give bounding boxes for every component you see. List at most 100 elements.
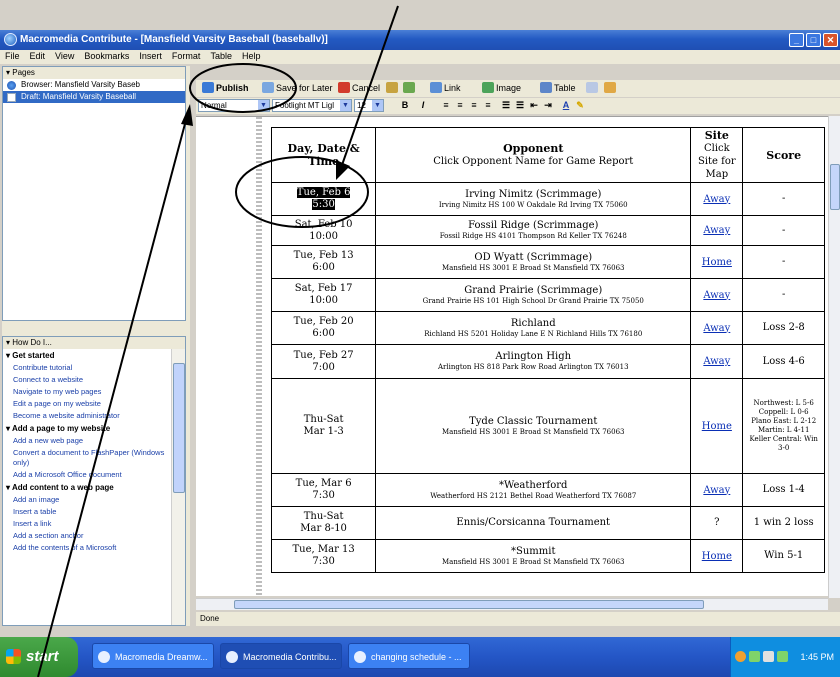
date-cell[interactable]: Thu-Sat Mar 8-10 <box>270 506 377 540</box>
save-for-later-button[interactable]: Save for Later <box>262 81 333 96</box>
title-bar[interactable]: Macromedia Contribute - [Mansfield Varsi… <box>0 30 840 50</box>
date-cell[interactable]: Tue, Feb 20 6:00 <box>270 311 377 345</box>
font-select[interactable]: Footlight MT Ligl ▼ <box>272 99 352 112</box>
justify-icon[interactable]: ≡ <box>482 99 494 112</box>
menu-table[interactable]: Table <box>205 50 237 61</box>
bullet-list-icon[interactable]: ☰ <box>514 99 526 112</box>
menu-view[interactable]: View <box>50 50 79 61</box>
tray-volume-icon[interactable] <box>763 651 774 662</box>
cancel-button[interactable]: Cancel <box>338 81 380 96</box>
align-left-icon[interactable]: ≡ <box>440 99 452 112</box>
section-add-content[interactable]: ▾ Add content to a web page <box>3 481 185 494</box>
menu-format[interactable]: Format <box>167 50 206 61</box>
tray-security-icon[interactable] <box>735 651 746 662</box>
menu-edit[interactable]: Edit <box>25 50 51 61</box>
link-edit-page[interactable]: Edit a page on my website <box>3 398 185 410</box>
task-dreamweaver[interactable]: Macromedia Dreamw... <box>92 643 214 669</box>
site-link[interactable]: Away <box>690 278 744 312</box>
spellcheck-icon[interactable] <box>403 81 417 96</box>
how-do-i-scrollbar[interactable] <box>171 349 185 625</box>
numbered-list-icon[interactable]: ☰ <box>500 99 512 112</box>
task-word-document[interactable]: changing schedule - ... <box>348 643 470 669</box>
date-cell[interactable]: Tue, Feb 6 5:30 <box>270 182 377 216</box>
style-select[interactable]: Normal ▼ <box>198 99 270 112</box>
editor-vertical-scrollbar[interactable] <box>828 116 840 598</box>
scrollbar-thumb[interactable] <box>173 363 185 493</box>
section-get-started[interactable]: ▾ Get started <box>3 349 185 362</box>
opponent-cell[interactable]: Grand Prairie (Scrimmage) Grand Prairie H… <box>375 278 692 312</box>
site-link[interactable]: Away <box>690 182 744 216</box>
site-link[interactable]: Away <box>690 311 744 345</box>
menu-insert[interactable]: Insert <box>134 50 167 61</box>
properties-icon[interactable] <box>604 81 618 96</box>
align-center-icon[interactable]: ≡ <box>454 99 466 112</box>
start-button[interactable]: start <box>0 637 78 677</box>
date-cell[interactable]: Tue, Feb 13 6:00 <box>270 245 377 279</box>
link-section-anchor[interactable]: Add a section anchor <box>3 530 185 542</box>
date-cell[interactable]: Sat, Feb 17 10:00 <box>270 278 377 312</box>
undo-icon[interactable] <box>386 81 400 96</box>
link-navigate-pages[interactable]: Navigate to my web pages <box>3 386 185 398</box>
scrollbar-thumb[interactable] <box>234 600 704 609</box>
link-button[interactable]: Link <box>430 81 461 96</box>
link-become-admin[interactable]: Become a website administrator <box>3 410 185 422</box>
opponent-cell[interactable]: Ennis/Corsicanna Tournament <box>375 506 692 540</box>
text-color-icon[interactable]: A <box>560 99 572 112</box>
link-connect-website[interactable]: Connect to a website <box>3 374 185 386</box>
bold-button[interactable]: B <box>398 99 412 112</box>
link-insert-table[interactable]: Insert a table <box>3 506 185 518</box>
site-link[interactable]: Home <box>690 539 744 573</box>
document-icon[interactable] <box>586 81 600 96</box>
site-link[interactable]: Away <box>690 215 744 246</box>
tray-wireless-icon[interactable] <box>777 651 788 662</box>
editor-horizontal-scrollbar[interactable] <box>196 598 828 610</box>
close-button[interactable]: ✕ <box>823 33 838 47</box>
minimize-button[interactable]: _ <box>789 33 804 47</box>
align-right-icon[interactable]: ≡ <box>468 99 480 112</box>
menu-file[interactable]: File <box>0 50 25 61</box>
site-link[interactable]: Away <box>690 344 744 379</box>
tray-network-icon[interactable] <box>749 651 760 662</box>
opponent-cell[interactable]: Fossil Ridge (Scrimmage) Fossil Ridge HS … <box>375 215 692 246</box>
date-cell[interactable]: Thu-Sat Mar 1-3 <box>270 378 377 474</box>
opponent-cell[interactable]: *Weatherford Weatherford HS 2121 Bethel R… <box>375 473 692 507</box>
site-link[interactable]: Home <box>690 245 744 279</box>
opponent-cell[interactable]: Richland Richland HS 5201 Holiday Lane E … <box>375 311 692 345</box>
opponent-cell[interactable]: OD Wyatt (Scrimmage) Mansfield HS 3001 E … <box>375 245 692 279</box>
date-cell[interactable]: Tue, Mar 13 7:30 <box>270 539 377 573</box>
image-button[interactable]: Image <box>482 81 521 96</box>
menu-bookmarks[interactable]: Bookmarks <box>79 50 134 61</box>
section-add-page[interactable]: ▾ Add a page to my website <box>3 422 185 435</box>
scrollbar-thumb[interactable] <box>830 164 840 210</box>
link-convert-flashpaper[interactable]: Convert a document to FlashPaper (Window… <box>3 447 185 469</box>
date-cell[interactable]: Tue, Feb 27 7:00 <box>270 344 377 379</box>
opponent-cell[interactable]: Arlington High Arlington HS 818 Park Row … <box>375 344 692 379</box>
outdent-icon[interactable]: ⇤ <box>528 99 540 112</box>
opponent-cell[interactable]: Tyde Classic Tournament Mansfield HS 3001… <box>375 378 692 474</box>
link-add-ms-contents[interactable]: Add the contents of a Microsoft <box>3 542 185 554</box>
link-add-image[interactable]: Add an image <box>3 494 185 506</box>
indent-icon[interactable]: ⇥ <box>542 99 554 112</box>
date-cell[interactable]: Sat, Feb 10 10:00 <box>270 215 377 246</box>
maximize-button[interactable]: □ <box>806 33 821 47</box>
italic-button[interactable]: I <box>416 99 430 112</box>
highlight-pen-icon[interactable]: ✎ <box>574 99 586 112</box>
editor-canvas[interactable]: Day, Date & Time Opponent Click Opponent … <box>196 116 840 596</box>
site-link[interactable]: Away <box>690 473 744 507</box>
how-do-i-header[interactable]: ▾ How Do I... <box>3 337 185 349</box>
opponent-cell[interactable]: Irving Nimitz (Scrimmage) Irving Nimitz H… <box>375 182 692 216</box>
link-contribute-tutorial[interactable]: Contribute tutorial <box>3 362 185 374</box>
page-item-draft[interactable]: Draft: Mansfield Varsity Baseball <box>3 91 185 103</box>
task-contribute[interactable]: Macromedia Contribu... <box>220 643 342 669</box>
pages-panel-header[interactable]: ▾ Pages <box>3 67 185 79</box>
menu-help[interactable]: Help <box>237 50 266 61</box>
opponent-cell[interactable]: *Summit Mansfield HS 3001 E Broad St Mans… <box>375 539 692 573</box>
size-select[interactable]: 12 ▼ <box>354 99 384 112</box>
date-cell[interactable]: Tue, Mar 6 7:30 <box>270 473 377 507</box>
link-insert-link[interactable]: Insert a link <box>3 518 185 530</box>
page-item-browser[interactable]: Browser: Mansfield Varsity Baseb <box>3 79 185 91</box>
link-add-office-doc[interactable]: Add a Microsoft Office document <box>3 469 185 481</box>
link-add-web-page[interactable]: Add a new web page <box>3 435 185 447</box>
site-link[interactable]: Home <box>690 378 744 474</box>
publish-button[interactable]: Publish <box>202 81 249 96</box>
